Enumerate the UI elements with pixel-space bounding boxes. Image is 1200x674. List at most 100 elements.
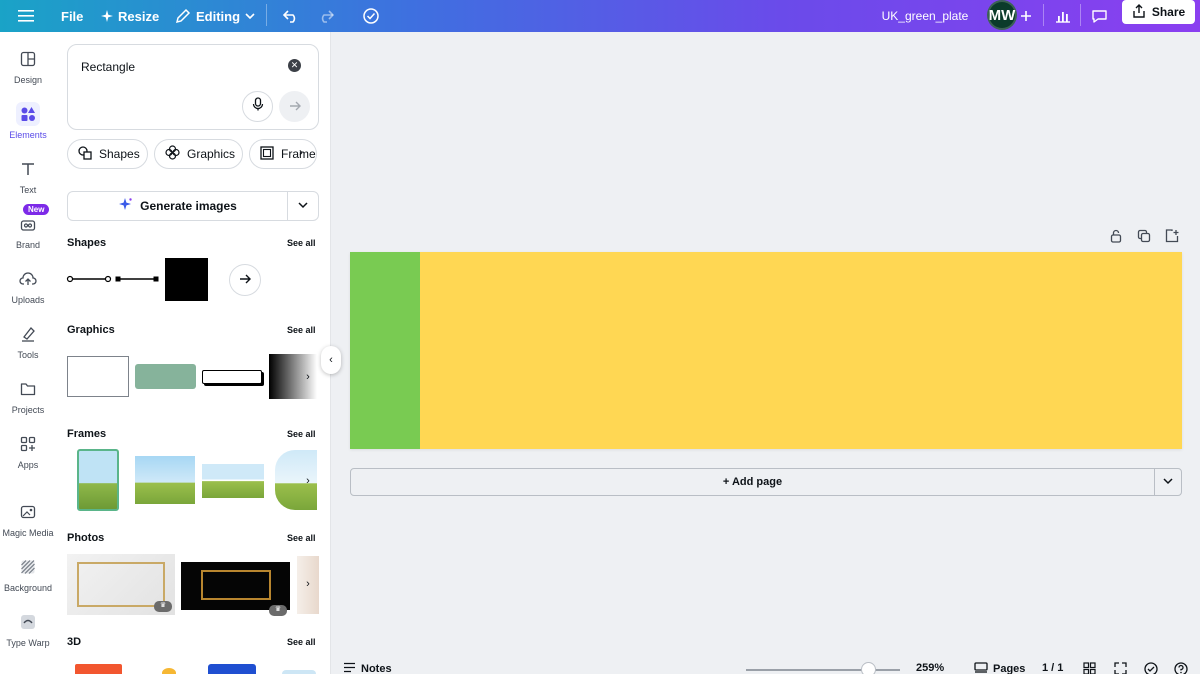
rail-item-background[interactable]: Background (0, 555, 56, 603)
comments-button[interactable] (1091, 0, 1108, 32)
rail-item-design[interactable]: Design (0, 47, 56, 95)
rail-label: Apps (17, 460, 39, 470)
rail-label: Projects (11, 405, 45, 415)
frames-scroll-right-icon[interactable]: › (300, 466, 316, 496)
rail-label: Elements (9, 130, 47, 140)
flower-icon (165, 145, 180, 163)
file-menu[interactable]: File (61, 0, 83, 32)
3d-red-shape[interactable] (75, 664, 122, 674)
see-all-3d[interactable]: See all (287, 637, 316, 647)
frame-landscape[interactable] (135, 456, 195, 504)
chip-shapes[interactable]: Shapes (67, 139, 148, 169)
chip-frames[interactable]: Frames (249, 139, 317, 169)
see-all-photos[interactable]: See all (287, 533, 316, 543)
search-input[interactable]: Rectangle (81, 60, 135, 74)
rail-item-type-warp[interactable]: Type Warp (0, 610, 56, 658)
check-button[interactable] (1144, 662, 1158, 674)
grid-view-button[interactable] (1083, 662, 1096, 674)
add-page-icon[interactable] (1165, 229, 1179, 248)
clear-search-icon[interactable]: ✕ (288, 59, 301, 72)
plus-icon (1020, 10, 1032, 22)
rail-item-projects[interactable]: Projects (0, 377, 56, 425)
graphic-outline-rectangle[interactable] (67, 356, 129, 397)
3d-blue-shape[interactable] (208, 664, 256, 674)
pencil-icon (175, 8, 191, 24)
graphics-scroll-right-icon[interactable]: › (300, 362, 316, 392)
avatar[interactable]: MW (987, 0, 1017, 30)
chip-graphics[interactable]: Graphics (154, 139, 243, 169)
photo-gold-frame-dark[interactable]: ♛ (181, 562, 290, 616)
undo-icon (283, 9, 299, 23)
shape-black-square[interactable] (165, 258, 208, 301)
duplicate-page-icon[interactable] (1137, 229, 1151, 248)
rail-item-apps[interactable]: Apps (0, 432, 56, 480)
collapse-panel-button[interactable]: ‹ (321, 346, 341, 374)
chevron-down-icon (245, 11, 255, 21)
pages-button[interactable]: Pages (974, 662, 1025, 674)
see-all-frames[interactable]: See all (287, 429, 316, 439)
redo-button[interactable] (318, 0, 334, 32)
hamburger-icon (18, 9, 34, 23)
resize-button[interactable]: Resize (101, 0, 159, 32)
share-button[interactable]: Share (1122, 0, 1195, 24)
generate-images-main[interactable]: Generate images (68, 192, 288, 220)
help-button[interactable] (1174, 662, 1188, 674)
generate-images-button[interactable]: Generate images (67, 191, 319, 221)
rail-label: Brand (15, 240, 41, 250)
shape-line-square-ends[interactable] (114, 268, 160, 290)
green-rectangle[interactable] (350, 252, 420, 449)
zoom-level[interactable]: 259% (916, 662, 944, 674)
search-box[interactable]: Rectangle ✕ (67, 44, 319, 130)
graphic-rounded-bar[interactable] (202, 370, 262, 384)
chip-label: Graphics (187, 147, 236, 161)
3d-light-shape[interactable] (282, 670, 316, 674)
frame-split[interactable] (202, 464, 264, 498)
invite-button[interactable] (1020, 0, 1032, 32)
photos-scroll-right-icon[interactable]: › (300, 569, 316, 599)
chips-scroll-right-icon[interactable]: › (299, 145, 303, 159)
rail-item-brand[interactable]: Brand (0, 212, 56, 260)
shapes-scroll-right-button[interactable] (229, 264, 261, 296)
section-title-frames: Frames (67, 428, 107, 440)
insights-button[interactable] (1055, 0, 1071, 32)
add-page-button[interactable]: + Add page (351, 469, 1155, 495)
undo-button[interactable] (283, 0, 299, 32)
shape-line-circle-ends[interactable] (66, 268, 112, 290)
zoom-slider-knob[interactable] (861, 662, 876, 674)
editing-mode-dropdown[interactable]: Editing (175, 0, 255, 32)
fullscreen-button[interactable] (1114, 662, 1127, 674)
cloud-check-icon (362, 8, 380, 24)
type-warp-icon (16, 610, 40, 634)
generate-options-dropdown[interactable] (288, 192, 318, 220)
pages-label: Pages (993, 663, 1026, 674)
rail-label: Text (19, 185, 37, 195)
add-page-bar[interactable]: + Add page (350, 468, 1182, 496)
lock-icon[interactable] (1109, 229, 1123, 248)
sparkle-icon (118, 197, 133, 215)
layout-icon (16, 47, 40, 71)
see-all-graphics[interactable]: See all (287, 325, 316, 335)
frame-portrait[interactable] (77, 449, 119, 511)
rail-item-elements[interactable]: Elements (0, 102, 56, 150)
rail-item-uploads[interactable]: Uploads (0, 267, 56, 315)
save-status-button[interactable] (362, 0, 380, 32)
add-page-dropdown[interactable] (1155, 469, 1181, 495)
rail-item-text[interactable]: Text (0, 157, 56, 205)
zoom-slider-track[interactable] (746, 669, 900, 671)
voice-search-button[interactable] (242, 91, 273, 122)
design-page[interactable] (350, 252, 1182, 449)
see-all-shapes[interactable]: See all (287, 238, 316, 248)
generate-images-label: Generate images (140, 199, 237, 213)
rail-label: Uploads (11, 295, 45, 305)
folder-icon (16, 377, 40, 401)
photo-gold-frame-light[interactable]: ♛ (67, 554, 175, 615)
notes-button[interactable]: Notes (343, 662, 392, 674)
submit-search-button[interactable] (279, 91, 310, 122)
3d-yellow-shape[interactable] (162, 668, 176, 674)
menu-button[interactable] (18, 0, 34, 32)
rail-item-magic-media[interactable]: Magic Media (0, 500, 56, 548)
document-title[interactable]: UK_green_plate (870, 0, 980, 32)
rail-item-tools[interactable]: Tools (0, 322, 56, 370)
gold-border (77, 562, 165, 607)
graphic-green-rectangle[interactable] (135, 364, 196, 389)
